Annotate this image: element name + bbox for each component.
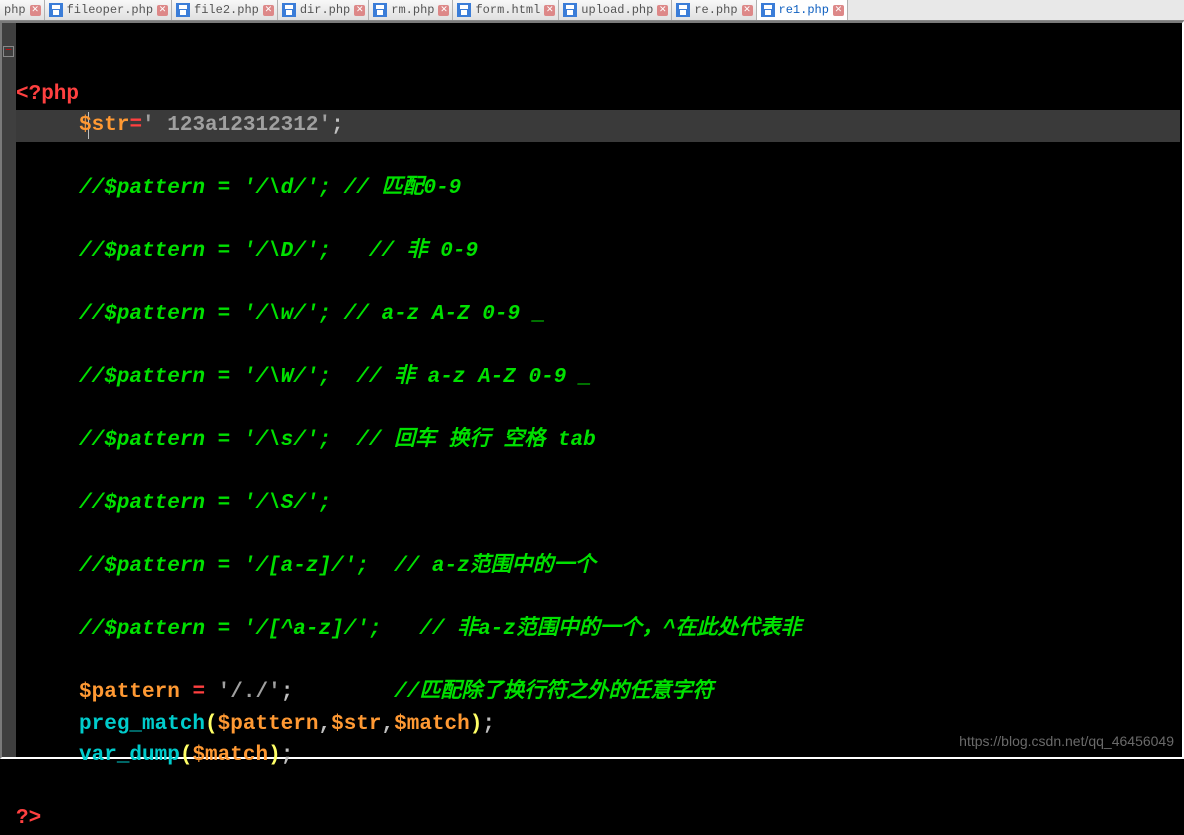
function-var-dump: var_dump (79, 744, 180, 767)
tab-label: fileoper.php (67, 3, 153, 17)
tab-bar: php fileoper.php file2.php dir.php rm.php for… (0, 0, 1184, 21)
comment-line: //$pattern = '/\W/'; // 非 a-z A-Z 0-9 _ (79, 366, 591, 389)
variable-pattern: $pattern (79, 681, 180, 704)
close-icon[interactable] (742, 5, 753, 16)
close-icon[interactable] (263, 5, 274, 16)
save-icon (457, 3, 471, 17)
tab-re1-php[interactable]: re1.php (757, 0, 848, 20)
comment-line: //$pattern = '/\d/'; // 匹配0-9 (79, 177, 461, 200)
comment-line: //$pattern = '/\w/'; // a-z A-Z 0-9 _ (79, 303, 545, 326)
tab-dir-php[interactable]: dir.php (278, 0, 369, 20)
tab-label: re1.php (779, 3, 829, 17)
tab-form-html[interactable]: form.html (453, 0, 559, 20)
code-editor[interactable]: − <?php $str=' 123a12312312'; //$pattern… (0, 21, 1184, 759)
watermark: https://blog.csdn.net/qq_46456049 (959, 733, 1174, 749)
string-literal: ' 123a12312312' (142, 114, 331, 137)
save-icon (176, 3, 190, 17)
close-icon[interactable] (833, 5, 844, 16)
save-icon (49, 3, 63, 17)
comment-line: //$pattern = '/[a-z]/'; // a-z范围中的一个 (79, 555, 596, 578)
close-icon[interactable] (157, 5, 168, 16)
tab-label: php (4, 3, 26, 17)
save-icon (563, 3, 577, 17)
close-icon[interactable] (657, 5, 668, 16)
function-preg-match: preg_match (79, 713, 205, 736)
save-icon (676, 3, 690, 17)
tab-php[interactable]: php (0, 0, 45, 20)
tab-rm-php[interactable]: rm.php (369, 0, 453, 20)
close-icon[interactable] (354, 5, 365, 16)
tab-file2-php[interactable]: file2.php (172, 0, 278, 20)
comment-line: //$pattern = '/\D/'; // 非 0-9 (79, 240, 478, 263)
tab-label: rm.php (391, 3, 434, 17)
php-close-tag: ?> (16, 807, 41, 830)
save-icon (761, 3, 775, 17)
comment-line: //$pattern = '/\s/'; // 回车 换行 空格 tab (79, 429, 596, 452)
tab-label: re.php (694, 3, 737, 17)
tab-upload-php[interactable]: upload.php (559, 0, 672, 20)
close-icon[interactable] (438, 5, 449, 16)
comment-line: //$pattern = '/[^a-z]/'; // 非a-z范围中的一个，^… (79, 618, 801, 641)
save-icon (373, 3, 387, 17)
tab-label: file2.php (194, 3, 259, 17)
comment-line: //匹配除了换行符之外的任意字符 (394, 681, 713, 704)
tab-label: form.html (475, 3, 540, 17)
tab-label: upload.php (581, 3, 653, 17)
fold-toggle[interactable]: − (3, 46, 14, 57)
comment-line: //$pattern = '/\S/'; (79, 492, 331, 515)
save-icon (282, 3, 296, 17)
gutter (2, 23, 16, 757)
close-icon[interactable] (30, 5, 41, 16)
string-literal: '/./' (218, 681, 281, 704)
tab-re-php[interactable]: re.php (672, 0, 756, 20)
tab-fileoper-php[interactable]: fileoper.php (45, 0, 172, 20)
tab-label: dir.php (300, 3, 350, 17)
code-area[interactable]: <?php $str=' 123a12312312'; //$pattern =… (16, 23, 1182, 835)
close-icon[interactable] (544, 5, 555, 16)
variable-str: $str (79, 114, 129, 137)
php-open-tag: <?php (16, 83, 79, 106)
